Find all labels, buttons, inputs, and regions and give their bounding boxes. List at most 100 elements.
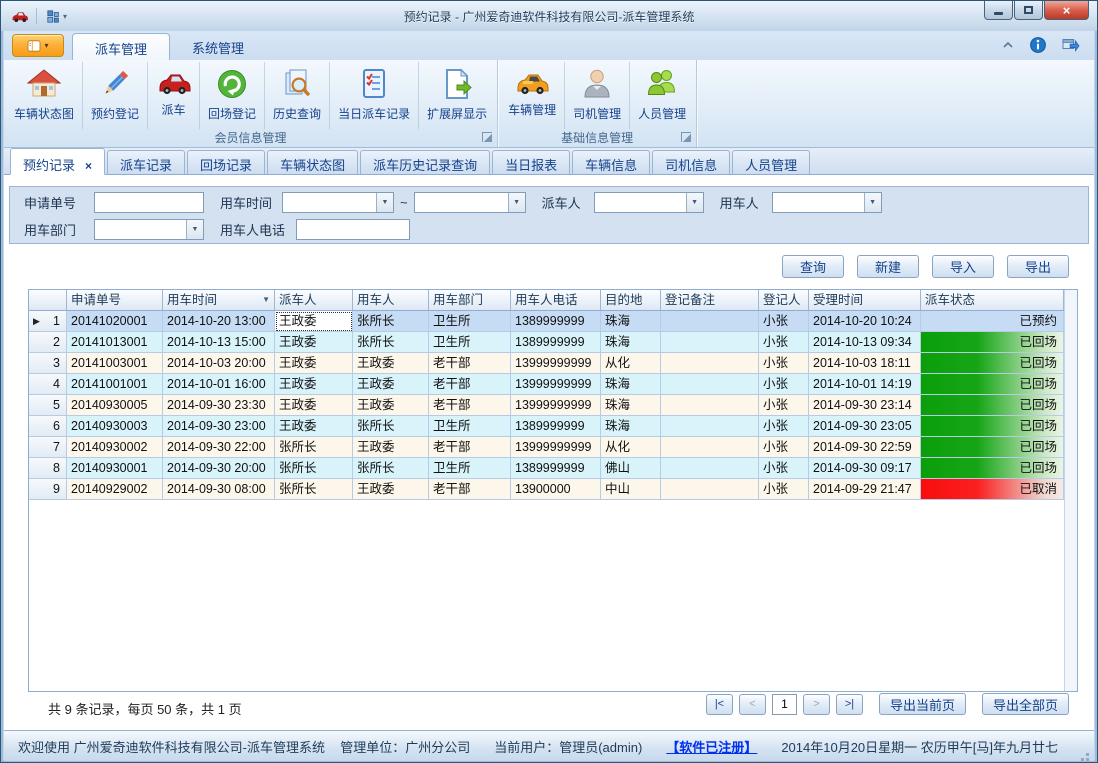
table-cell[interactable]: 20140930005 [67,395,163,416]
table-cell[interactable]: 已预约 [921,311,1064,332]
table-cell[interactable]: 张所长 [275,458,353,479]
doc-tab-daily-report[interactable]: 当日报表 [492,150,570,174]
table-cell[interactable]: 2014-09-30 23:30 [163,395,275,416]
page-number-input[interactable] [772,694,797,715]
column-header[interactable] [29,290,67,311]
combo-arrow-icon[interactable]: ▼ [864,193,881,212]
table-cell[interactable]: 小张 [759,437,809,458]
table-cell[interactable]: 2014-09-29 21:47 [809,479,921,500]
ribbon-button-reservation-register[interactable]: 预约登记 [83,62,148,129]
table-cell[interactable]: 2014-10-20 10:24 [809,311,921,332]
table-cell[interactable]: 2014-10-13 15:00 [163,332,275,353]
prev-page-button[interactable]: < [739,694,766,715]
table-cell[interactable]: 王政委 [353,395,429,416]
ribbon-button-vehicle-management[interactable]: 车辆管理 [500,62,565,129]
table-cell[interactable]: 20141013001 [67,332,163,353]
combo-arrow-icon[interactable]: ▼ [686,193,703,212]
table-cell[interactable]: 已回场 [921,374,1064,395]
export-current-page-button[interactable]: 导出当前页 [879,693,966,715]
table-cell[interactable]: 王政委 [275,311,353,332]
table-cell[interactable]: 9 [29,479,67,500]
table-cell[interactable]: 2014-10-20 13:00 [163,311,275,332]
table-cell[interactable]: 2014-10-03 18:11 [809,353,921,374]
ribbon-button-return-register[interactable]: 回场登记 [200,62,265,129]
export-all-pages-button[interactable]: 导出全部页 [982,693,1069,715]
ribbon-button-driver-management[interactable]: 司机管理 [565,62,630,129]
ribbon-tab-dispatch[interactable]: 派车管理 [72,33,170,60]
table-cell[interactable]: 2014-09-30 22:59 [809,437,921,458]
table-cell[interactable] [661,437,759,458]
table-cell[interactable]: 卫生所 [429,311,511,332]
table-cell[interactable]: 1389999999 [511,416,601,437]
table-cell[interactable]: 小张 [759,416,809,437]
table-cell[interactable]: 已回场 [921,395,1064,416]
table-cell[interactable]: 小张 [759,311,809,332]
table-cell[interactable]: 13999999999 [511,374,601,395]
use-time-from-combo[interactable]: ▼ [282,192,394,213]
table-cell[interactable]: ▶1 [29,311,67,332]
table-cell[interactable]: 4 [29,374,67,395]
table-cell[interactable]: 王政委 [353,437,429,458]
table-cell[interactable]: 王政委 [353,479,429,500]
close-button[interactable]: × [1044,1,1089,20]
table-cell[interactable]: 13999999999 [511,395,601,416]
create-button[interactable]: 新建 [857,255,919,278]
table-cell[interactable]: 老干部 [429,374,511,395]
user-combo[interactable]: ▼ [772,192,882,213]
doc-tab-vehicle-info[interactable]: 车辆信息 [572,150,650,174]
table-row[interactable]: 7201409300022014-09-30 22:00张所长王政委老干部139… [29,437,1077,458]
table-cell[interactable]: 已回场 [921,332,1064,353]
table-cell[interactable]: 20141003001 [67,353,163,374]
column-header[interactable]: 用车部门 [429,290,511,311]
table-cell[interactable]: 张所长 [353,458,429,479]
table-cell[interactable]: 13999999999 [511,353,601,374]
doc-tab-driver-info[interactable]: 司机信息 [652,150,730,174]
table-cell[interactable]: 老干部 [429,437,511,458]
collapse-ribbon-button[interactable] [1002,41,1014,49]
table-cell[interactable]: 20140930002 [67,437,163,458]
table-row[interactable]: 3201410030012014-10-03 20:00王政委王政委老干部139… [29,353,1077,374]
table-cell[interactable]: 小张 [759,374,809,395]
ribbon-button-extended-screen[interactable]: 扩展屏显示 [419,62,495,129]
table-cell[interactable]: 张所长 [275,479,353,500]
table-cell[interactable]: 卫生所 [429,332,511,353]
table-cell[interactable]: 王政委 [275,353,353,374]
table-cell[interactable]: 20140929002 [67,479,163,500]
table-row[interactable]: 9201409290022014-09-30 08:00张所长王政委老干部139… [29,479,1077,500]
first-page-button[interactable]: |< [706,694,733,715]
table-cell[interactable]: 2014-10-01 16:00 [163,374,275,395]
combo-arrow-icon[interactable]: ▼ [508,193,525,212]
maximize-button[interactable] [1014,1,1043,20]
table-cell[interactable] [661,395,759,416]
table-cell[interactable]: 佛山 [601,458,661,479]
doc-tab-history-query[interactable]: 派车历史记录查询 [360,150,490,174]
table-cell[interactable]: 小张 [759,458,809,479]
table-cell[interactable]: 卫生所 [429,416,511,437]
vertical-scrollbar[interactable] [1064,290,1077,691]
column-header[interactable]: 目的地 [601,290,661,311]
table-cell[interactable]: 1389999999 [511,458,601,479]
table-cell[interactable]: 王政委 [275,395,353,416]
table-cell[interactable]: 王政委 [275,374,353,395]
table-cell[interactable] [661,458,759,479]
table-cell[interactable]: 1389999999 [511,311,601,332]
table-row[interactable]: ▶1201410200012014-10-20 13:00王政委张所长卫生所13… [29,311,1077,332]
combo-arrow-icon[interactable]: ▼ [376,193,393,212]
table-cell[interactable]: 已回场 [921,353,1064,374]
table-cell[interactable]: 张所长 [275,437,353,458]
export-button[interactable]: 导出 [1007,255,1069,278]
table-cell[interactable] [661,479,759,500]
switch-window-button[interactable] [1062,37,1080,53]
table-cell[interactable]: 2014-09-30 23:14 [809,395,921,416]
table-cell[interactable]: 珠海 [601,311,661,332]
column-header[interactable]: 申请单号 [67,290,163,311]
doc-tab-return-records[interactable]: 回场记录 [187,150,265,174]
table-row[interactable]: 5201409300052014-09-30 23:30王政委王政委老干部139… [29,395,1077,416]
table-cell[interactable]: 中山 [601,479,661,500]
table-cell[interactable]: 13999999999 [511,437,601,458]
table-cell[interactable]: 7 [29,437,67,458]
table-cell[interactable]: 卫生所 [429,458,511,479]
table-cell[interactable]: 小张 [759,332,809,353]
column-header[interactable]: 登记备注 [661,290,759,311]
application-menu-button[interactable]: ▾ [12,34,64,57]
